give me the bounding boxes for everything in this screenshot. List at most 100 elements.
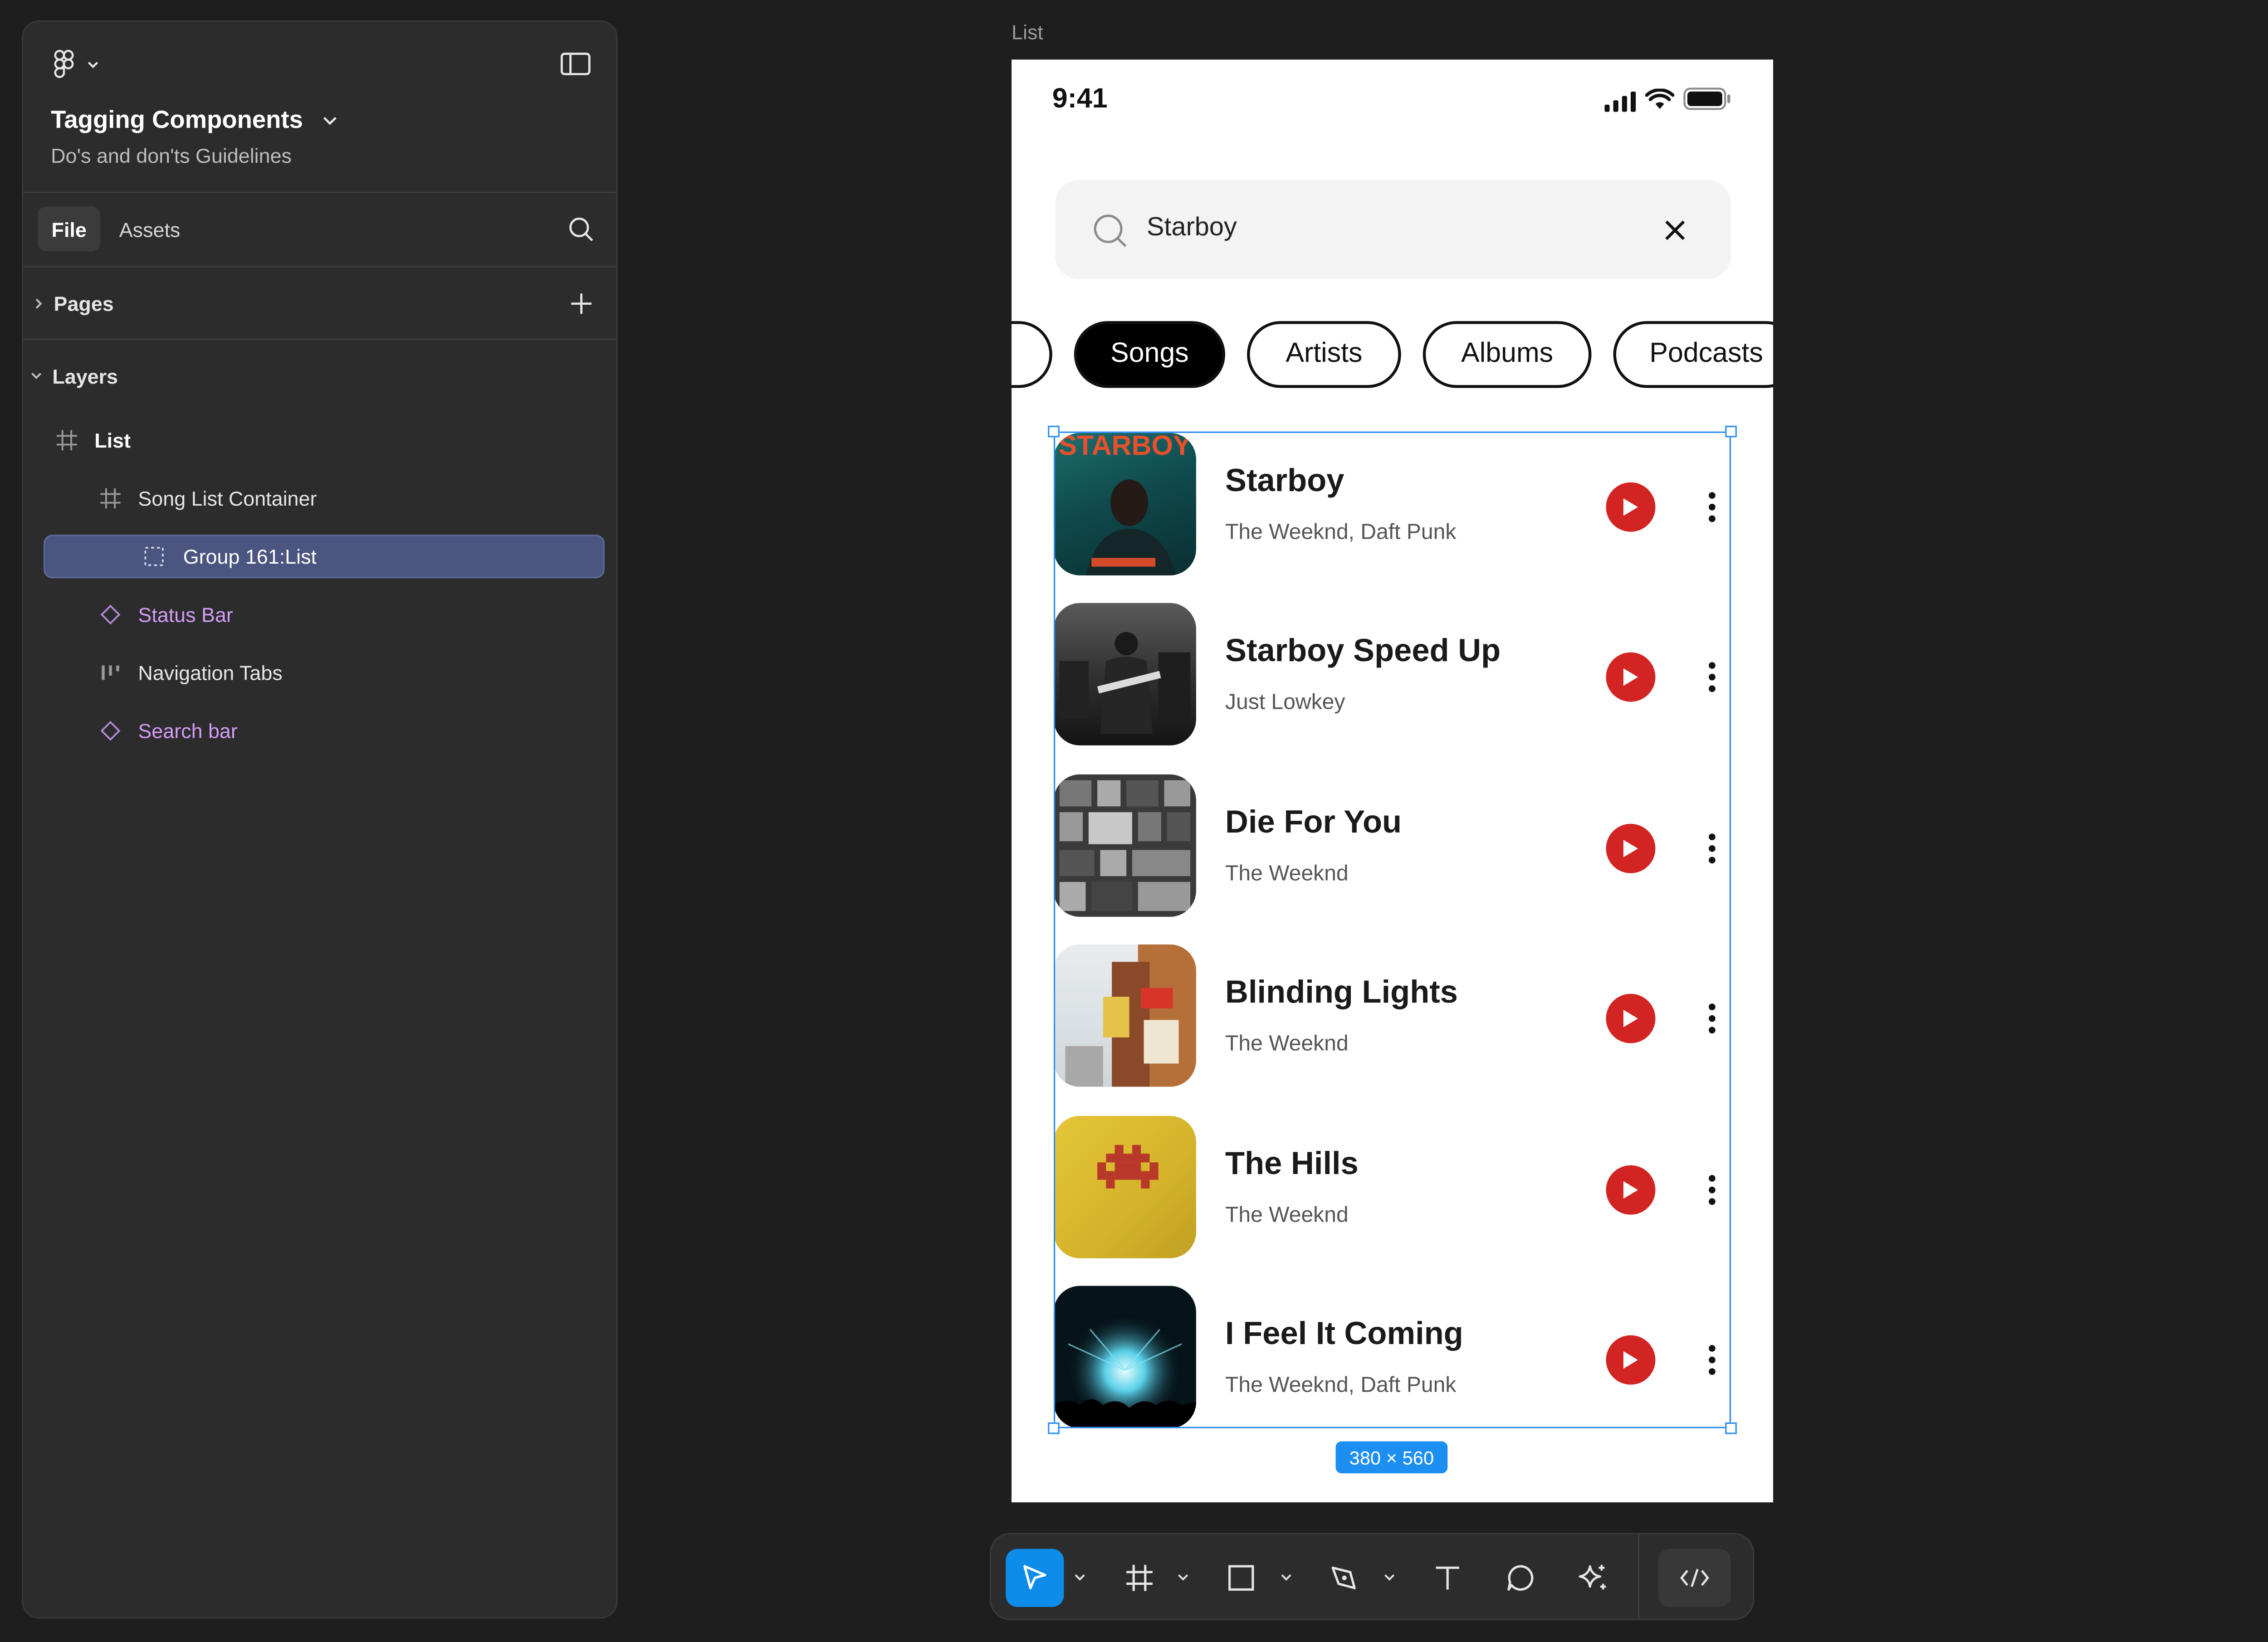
song-row[interactable]: STARBOY Starboy The Weeknd, Daft Punk bbox=[1053, 433, 1737, 578]
song-artist: The Weeknd bbox=[1225, 1031, 1349, 1057]
move-tool[interactable] bbox=[1006, 1549, 1064, 1607]
ai-tool[interactable] bbox=[1564, 1549, 1622, 1607]
play-icon bbox=[1623, 1351, 1638, 1369]
frame-icon bbox=[99, 487, 122, 510]
pages-section-toggle[interactable]: Pages bbox=[32, 289, 114, 318]
layer-label: Song List Container bbox=[138, 487, 317, 510]
cursor-icon bbox=[1023, 1565, 1046, 1589]
rectangle-tool-dropdown[interactable] bbox=[1276, 1549, 1296, 1607]
svg-text:STARBOY: STARBOY bbox=[1058, 433, 1191, 461]
album-art bbox=[1053, 1286, 1196, 1428]
layers-section-toggle[interactable]: Layers bbox=[29, 362, 118, 391]
song-row[interactable]: The Hills The Weeknd bbox=[1053, 1116, 1737, 1261]
more-options-icon[interactable] bbox=[1705, 1171, 1719, 1209]
left-panel: Tagging Components Do's and don'ts Guide… bbox=[22, 20, 618, 1619]
add-page-icon[interactable] bbox=[568, 291, 595, 317]
song-title: The Hills bbox=[1225, 1145, 1359, 1181]
more-options-icon[interactable] bbox=[1705, 658, 1719, 696]
battery-icon bbox=[1683, 87, 1732, 117]
more-options-icon[interactable] bbox=[1705, 1341, 1719, 1379]
play-icon bbox=[1623, 668, 1638, 686]
toggle-sidebar-icon[interactable] bbox=[558, 49, 593, 78]
play-button[interactable] bbox=[1606, 823, 1656, 873]
chip-label: Artists bbox=[1286, 338, 1363, 369]
group-icon bbox=[142, 545, 166, 568]
layer-navigation-tabs[interactable]: Navigation Tabs bbox=[44, 651, 605, 694]
more-options-icon[interactable] bbox=[1705, 488, 1719, 526]
more-options-icon[interactable] bbox=[1705, 999, 1719, 1037]
filter-chip-artists[interactable]: Artists bbox=[1247, 321, 1401, 388]
search-input[interactable]: Starboy bbox=[1147, 212, 1237, 243]
chip-label: Songs bbox=[1110, 338, 1189, 369]
layer-label: Search bar bbox=[138, 719, 238, 743]
more-options-icon[interactable] bbox=[1705, 830, 1719, 867]
text-icon bbox=[1436, 1566, 1459, 1590]
sparkle-icon bbox=[1579, 1564, 1606, 1590]
play-button[interactable] bbox=[1606, 994, 1656, 1043]
album-art bbox=[1053, 774, 1196, 917]
song-row[interactable]: I Feel It Coming The Weeknd, Daft Punk bbox=[1053, 1286, 1737, 1431]
tab-assets[interactable]: Assets bbox=[119, 206, 181, 251]
rectangle-icon bbox=[1228, 1565, 1254, 1591]
clear-search-icon[interactable] bbox=[1664, 219, 1686, 248]
frame-icon bbox=[55, 429, 78, 452]
song-artist: The Weeknd bbox=[1225, 862, 1349, 887]
chevron-down-icon bbox=[1178, 1574, 1188, 1581]
search-bar[interactable]: Starboy bbox=[1055, 180, 1731, 279]
tab-file-label: File bbox=[51, 217, 87, 241]
project-subtitle: Do's and don'ts Guidelines bbox=[51, 144, 292, 167]
chevron-down-icon bbox=[1384, 1574, 1395, 1581]
play-button[interactable] bbox=[1606, 1335, 1656, 1385]
layer-search-bar[interactable]: Search bar bbox=[44, 709, 605, 753]
play-button[interactable] bbox=[1606, 482, 1656, 532]
song-title: Starboy Speed Up bbox=[1225, 632, 1501, 668]
filter-chip-partial[interactable] bbox=[1012, 321, 1052, 388]
code-icon bbox=[1680, 1569, 1709, 1587]
phone-frame[interactable]: 9:41 Starboy Songs Artists Albums Podcas… bbox=[1012, 59, 1774, 1503]
pen-tool[interactable] bbox=[1315, 1549, 1374, 1607]
figma-menu-button[interactable] bbox=[49, 48, 108, 80]
chevron-down-icon bbox=[31, 372, 42, 380]
play-icon bbox=[1623, 839, 1638, 858]
tab-file[interactable]: File bbox=[38, 206, 101, 252]
play-icon bbox=[1623, 498, 1638, 516]
play-button[interactable] bbox=[1606, 652, 1656, 702]
component-icon bbox=[99, 603, 122, 626]
frame-tool-dropdown[interactable] bbox=[1173, 1549, 1193, 1607]
project-title-text: Tagging Components bbox=[51, 106, 303, 134]
search-icon[interactable] bbox=[567, 215, 596, 244]
comment-tool[interactable] bbox=[1491, 1549, 1549, 1607]
filter-chip-songs[interactable]: Songs bbox=[1074, 321, 1226, 388]
layer-label: List bbox=[94, 429, 131, 452]
frame-label[interactable]: List bbox=[1012, 20, 1043, 44]
selection-size-badge: 380 × 560 bbox=[1335, 1441, 1448, 1473]
layer-label: Group 161:List bbox=[183, 545, 317, 568]
frame-tool[interactable] bbox=[1110, 1549, 1168, 1607]
bottom-toolbar bbox=[989, 1533, 1755, 1620]
divider bbox=[23, 191, 616, 194]
text-tool[interactable] bbox=[1418, 1549, 1476, 1607]
song-title: Die For You bbox=[1225, 803, 1402, 840]
layer-song-list-container[interactable]: Song List Container bbox=[44, 477, 605, 520]
layer-list[interactable]: List bbox=[44, 419, 605, 462]
filter-chip-podcasts[interactable]: Podcasts bbox=[1613, 321, 1774, 388]
chevron-down-icon bbox=[1075, 1574, 1085, 1581]
signal-icon bbox=[1604, 91, 1636, 119]
divider bbox=[23, 338, 616, 340]
album-art bbox=[1053, 1116, 1196, 1258]
play-button[interactable] bbox=[1606, 1165, 1656, 1215]
layer-group-161-list[interactable]: Group 161:List bbox=[44, 535, 605, 579]
project-title[interactable]: Tagging Components bbox=[51, 106, 339, 135]
dev-mode-toggle[interactable] bbox=[1658, 1549, 1731, 1607]
chevron-down-icon bbox=[323, 117, 337, 125]
rectangle-tool[interactable] bbox=[1212, 1549, 1270, 1607]
song-row[interactable]: Starboy Speed Up Just Lowkey bbox=[1053, 603, 1737, 748]
layer-status-bar[interactable]: Status Bar bbox=[44, 593, 605, 636]
pen-tool-dropdown[interactable] bbox=[1379, 1549, 1400, 1607]
song-row[interactable]: Blinding Lights The Weeknd bbox=[1053, 944, 1737, 1090]
song-row[interactable]: Die For You The Weeknd bbox=[1053, 774, 1737, 920]
chip-label: Podcasts bbox=[1649, 338, 1763, 369]
move-tool-dropdown[interactable] bbox=[1070, 1549, 1090, 1607]
frame-icon bbox=[1126, 1564, 1153, 1591]
filter-chip-albums[interactable]: Albums bbox=[1422, 321, 1592, 388]
